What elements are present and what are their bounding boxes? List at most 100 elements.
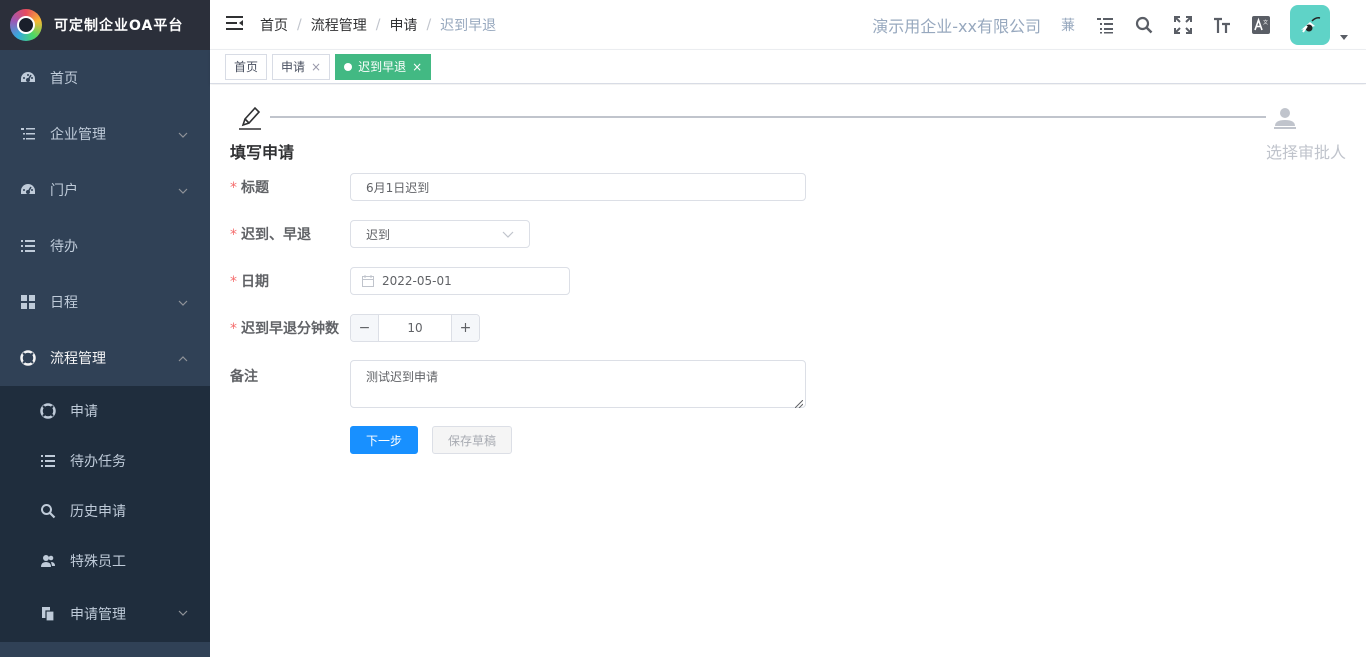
lifebuoy-icon — [40, 403, 56, 419]
dashboard-icon — [20, 182, 36, 198]
required-mark: * — [230, 180, 237, 196]
sidebar-item-schedule[interactable]: 日程 — [0, 274, 210, 330]
logo-icon — [10, 9, 42, 41]
resize-handle-icon[interactable] — [794, 397, 804, 409]
sidebar-item-home[interactable]: 首页 — [0, 50, 210, 106]
sidebar-subitem-label: 待办任务 — [70, 454, 126, 470]
step-title-approver: 选择审批人 — [1266, 143, 1347, 162]
sidebar-subitem-label: 历史申请 — [70, 504, 126, 520]
sidebar-item-portal[interactable]: 门户 — [0, 162, 210, 218]
next-step-button[interactable]: 下一步 — [350, 426, 419, 454]
sidebar-subitem-apply-management[interactable]: 申请管理 — [0, 586, 210, 642]
breadcrumb-separator: / — [375, 16, 381, 33]
increase-button[interactable]: + — [451, 315, 479, 341]
fullscreen-icon[interactable] — [1173, 15, 1193, 35]
decrease-button[interactable]: − — [351, 315, 379, 341]
calendar-icon — [362, 275, 374, 287]
sidebar-subitem-apply[interactable]: 申请 — [0, 386, 210, 436]
sidebar-item-todo[interactable]: 待办 — [0, 218, 210, 274]
form-row-type: * 迟到、早退 迟到 — [230, 220, 530, 248]
language-switch[interactable]: 蒹 — [1061, 15, 1075, 35]
date-picker[interactable]: 2022-05-01 — [350, 267, 570, 295]
breadcrumb: 首页 / 流程管理 / 申请 / 迟到早退 — [260, 15, 496, 35]
type-select[interactable]: 迟到 — [350, 220, 530, 248]
menu-fold-icon — [226, 15, 244, 35]
edit-pencil-icon — [238, 105, 262, 131]
dashboard-icon — [20, 70, 36, 86]
tag-label: 申请 — [281, 60, 306, 74]
sidebar-subitem-label: 申请管理 — [70, 607, 126, 623]
tag-label: 首页 — [234, 60, 259, 74]
breadcrumb-apply[interactable]: 申请 — [389, 15, 417, 35]
sidebar-item-enterprise[interactable]: 企业管理 — [0, 106, 210, 162]
breadcrumb-separator: / — [297, 16, 302, 33]
chevron-down-icon — [178, 184, 188, 194]
translate-icon[interactable]: 文 — [1251, 15, 1271, 35]
sidebar-subitem-history[interactable]: 历史申请 — [0, 486, 210, 536]
workflow-submenu: 申请 待办任务 历史申请 特殊员工 申请管理 — [0, 386, 210, 642]
documents-icon — [40, 606, 56, 622]
field-label: * 日期 — [230, 271, 350, 291]
required-mark: * — [230, 227, 237, 243]
hamburger-toggle[interactable] — [210, 0, 260, 50]
field-label: * 标题 — [230, 177, 350, 197]
chevron-down-icon — [502, 228, 514, 240]
title-value: 6月1日迟到 — [366, 180, 430, 195]
logo[interactable]: 可定制企业OA平台 — [0, 0, 210, 50]
breadcrumb-current: 迟到早退 — [440, 17, 497, 34]
step-connector — [270, 116, 1266, 118]
sidebar-item-label: 门户 — [50, 183, 78, 199]
grid-icon — [20, 294, 36, 310]
minutes-input[interactable]: 10 — [379, 315, 451, 341]
type-label: 迟到、早退 — [241, 227, 311, 243]
minutes-label: 迟到早退分钟数 — [241, 321, 339, 337]
title-input[interactable]: 6月1日迟到 — [350, 173, 806, 201]
form-row-minutes: * 迟到早退分钟数 − 10 + — [230, 314, 480, 342]
save-draft-button[interactable]: 保存草稿 — [432, 426, 513, 454]
date-label: 日期 — [241, 274, 269, 290]
remark-textarea[interactable]: 测试迟到申请 — [350, 360, 806, 409]
field-label: * 迟到、早退 — [230, 224, 350, 244]
sidebar-subitem-special-staff[interactable]: 特殊员工 — [0, 536, 210, 586]
sidebar-subitem-label: 特殊员工 — [70, 554, 126, 570]
close-icon[interactable]: × — [412, 60, 422, 74]
chevron-up-icon — [178, 352, 188, 362]
list-icon — [20, 238, 36, 254]
sidebar-item-label: 流程管理 — [50, 351, 106, 367]
font-size-icon[interactable] — [1212, 15, 1232, 35]
sidebar-item-label: 日程 — [50, 295, 78, 311]
breadcrumb-separator: / — [426, 16, 432, 33]
tree-list-icon — [20, 126, 36, 142]
tree-list-icon[interactable] — [1095, 15, 1115, 35]
app-title: 可定制企业OA平台 — [54, 18, 184, 34]
tags-view: 首页 申请 × 迟到早退 × — [210, 50, 1366, 84]
type-value: 迟到 — [366, 227, 391, 242]
search-icon[interactable] — [1134, 15, 1154, 35]
navbar: 首页 / 流程管理 / 申请 / 迟到早退 演示用企业-xx有限公司 蒹 文 — [210, 0, 1366, 50]
field-label: * 迟到早退分钟数 — [230, 318, 350, 338]
user-icon — [1272, 105, 1298, 131]
sidebar-item-label: 首页 — [50, 71, 78, 87]
tag-label: 迟到早退 — [358, 60, 407, 74]
required-mark: * — [230, 321, 237, 337]
breadcrumb-workflow[interactable]: 流程管理 — [311, 15, 367, 35]
chevron-down-icon — [178, 606, 188, 616]
caret-down-icon[interactable] — [1336, 5, 1352, 45]
remark-label: 备注 — [230, 369, 258, 385]
sidebar: 可定制企业OA平台 首页 企业管理 门户 待办 日程 流程管理 申请 待办任务 … — [0, 0, 210, 657]
avatar[interactable] — [1290, 5, 1330, 45]
tag-apply[interactable]: 申请 × — [272, 53, 331, 80]
navbar-right: 演示用企业-xx有限公司 蒹 文 — [872, 0, 1366, 50]
tag-late-early[interactable]: 迟到早退 × — [335, 53, 432, 80]
company-name: 演示用企业-xx有限公司 — [872, 17, 1041, 36]
close-icon[interactable]: × — [311, 60, 321, 74]
lifebuoy-icon — [20, 350, 36, 366]
active-dot — [344, 62, 353, 71]
sidebar-subitem-todo-tasks[interactable]: 待办任务 — [0, 436, 210, 486]
sidebar-item-workflow[interactable]: 流程管理 — [0, 330, 210, 386]
chevron-down-icon — [178, 296, 188, 306]
tag-home[interactable]: 首页 — [225, 53, 268, 80]
breadcrumb-home[interactable]: 首页 — [260, 15, 288, 35]
sidebar-item-label: 企业管理 — [50, 127, 106, 143]
step-title-fill: 填写申请 — [230, 143, 295, 162]
